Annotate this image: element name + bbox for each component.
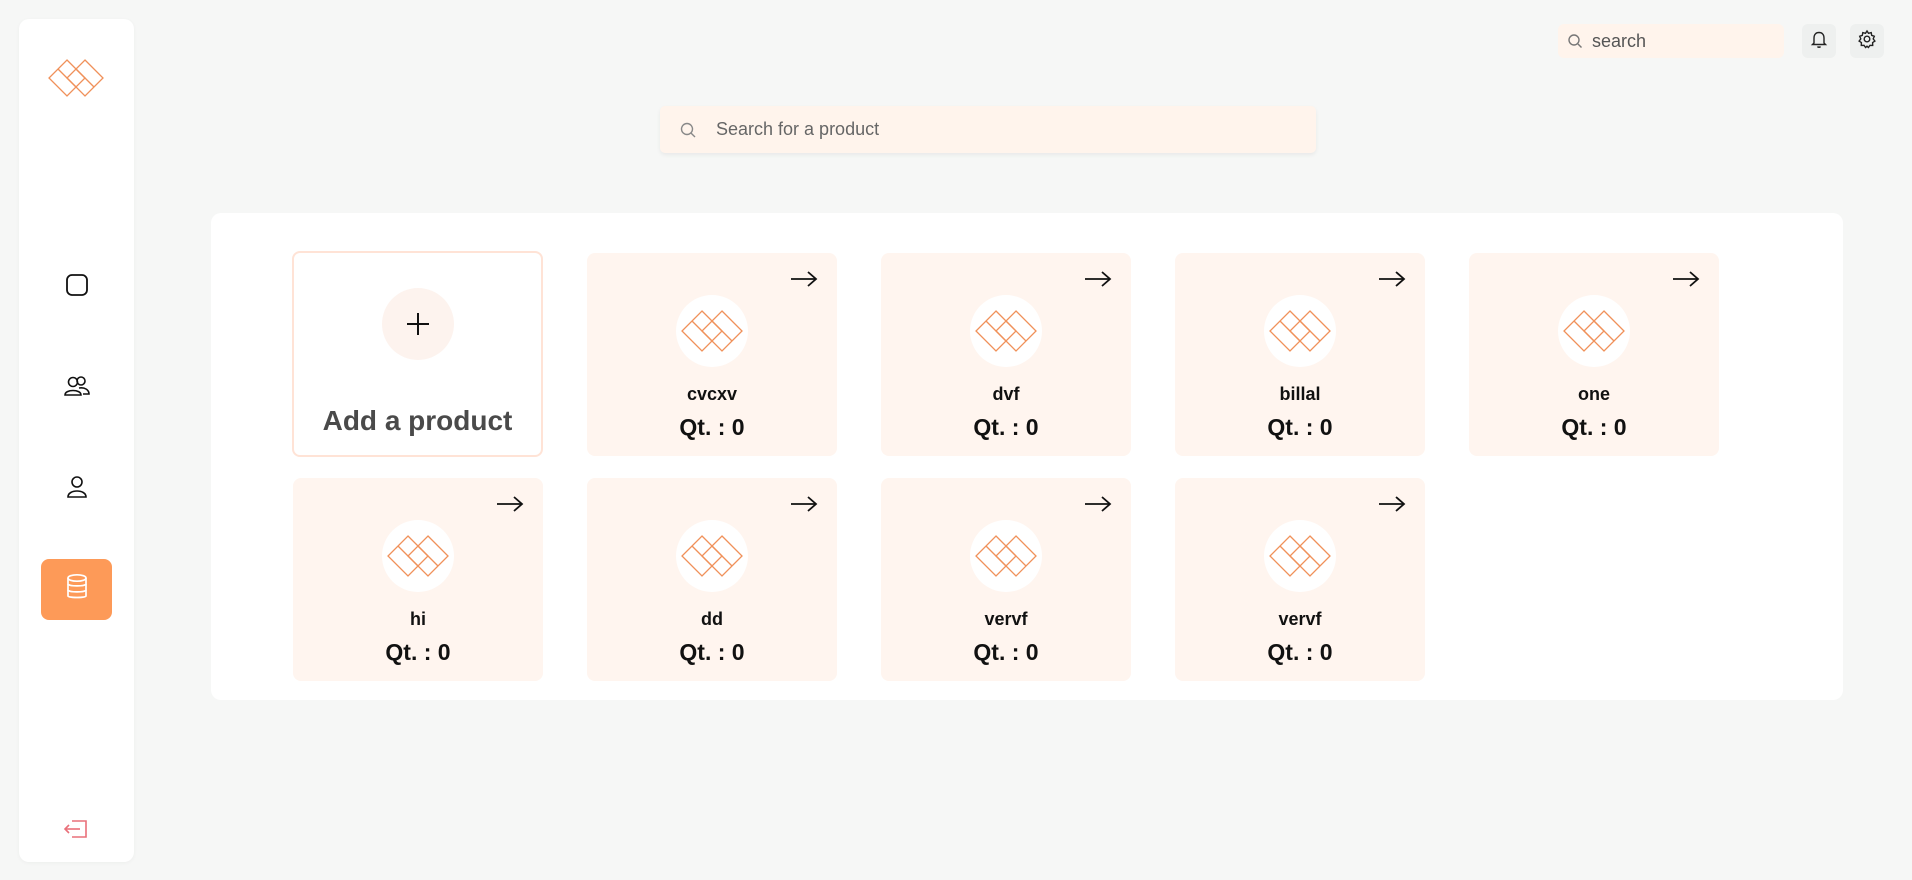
sidebar-item-users[interactable] [41,358,112,419]
brand-logo-icon [45,47,107,109]
product-logo-icon [676,520,748,592]
product-logo-icon [1264,295,1336,367]
product-quantity: Qt. : 0 [679,639,745,665]
product-logo-icon [1264,520,1336,592]
square-icon [64,272,90,303]
product-logo-icon [676,295,748,367]
product-quantity: Qt. : 0 [973,639,1039,665]
logout-button[interactable] [59,814,93,848]
product-card[interactable]: dd Qt. : 0 [587,478,837,681]
product-card[interactable]: hi Qt. : 0 [293,478,543,681]
sidebar-item-dashboard[interactable] [41,257,112,318]
product-name: vervf [1278,609,1322,629]
add-product-card[interactable]: Add a product [292,251,543,457]
arrow-right-icon[interactable] [495,495,525,518]
product-name: vervf [984,609,1028,629]
product-card[interactable]: billal Qt. : 0 [1175,253,1425,456]
settings-button[interactable] [1850,24,1884,58]
product-logo-icon [1558,295,1630,367]
bell-icon [1809,29,1829,54]
plus-icon [382,288,454,360]
product-quantity: Qt. : 0 [679,414,745,440]
product-quantity: Qt. : 0 [973,414,1039,440]
product-quantity: Qt. : 0 [1561,414,1627,440]
search-icon [660,121,716,139]
product-card[interactable]: vervf Qt. : 0 [1175,478,1425,681]
product-search-input[interactable] [716,119,1276,140]
arrow-right-icon[interactable] [1377,270,1407,293]
search-icon [1558,33,1592,49]
arrow-right-icon[interactable] [1083,495,1113,518]
product-quantity: Qt. : 0 [1267,414,1333,440]
user-icon [65,474,89,505]
users-icon [63,373,91,404]
sidebar-item-profile[interactable] [41,459,112,520]
gear-icon [1857,29,1877,54]
product-name: cvcxv [686,384,738,404]
header-search[interactable] [1558,24,1784,58]
product-name: dvf [992,384,1020,404]
product-card[interactable]: dvf Qt. : 0 [881,253,1131,456]
logout-icon [62,817,90,846]
product-logo-icon [382,520,454,592]
arrow-right-icon[interactable] [1671,270,1701,293]
products-panel: Add a product cvcxv Qt. : 0 dvf Qt. : 0 bill… [211,213,1843,700]
product-quantity: Qt. : 0 [385,639,451,665]
product-card[interactable]: vervf Qt. : 0 [881,478,1131,681]
product-card[interactable]: cvcxv Qt. : 0 [587,253,837,456]
product-logo-icon [970,520,1042,592]
sidebar [19,19,134,862]
arrow-right-icon[interactable] [789,495,819,518]
product-search[interactable] [660,106,1316,153]
product-quantity: Qt. : 0 [1267,639,1333,665]
add-product-label: Add a product [322,405,513,436]
header-search-input[interactable] [1592,30,1772,52]
sidebar-item-products[interactable] [41,559,112,620]
database-icon [65,573,89,606]
product-logo-icon [970,295,1042,367]
product-name: hi [410,609,426,629]
product-name: dd [701,609,723,629]
arrow-right-icon[interactable] [789,270,819,293]
arrow-right-icon[interactable] [1083,270,1113,293]
product-name: billal [1279,384,1321,404]
product-name: one [1577,384,1610,404]
arrow-right-icon[interactable] [1377,495,1407,518]
notifications-button[interactable] [1802,24,1836,58]
product-card[interactable]: one Qt. : 0 [1469,253,1719,456]
